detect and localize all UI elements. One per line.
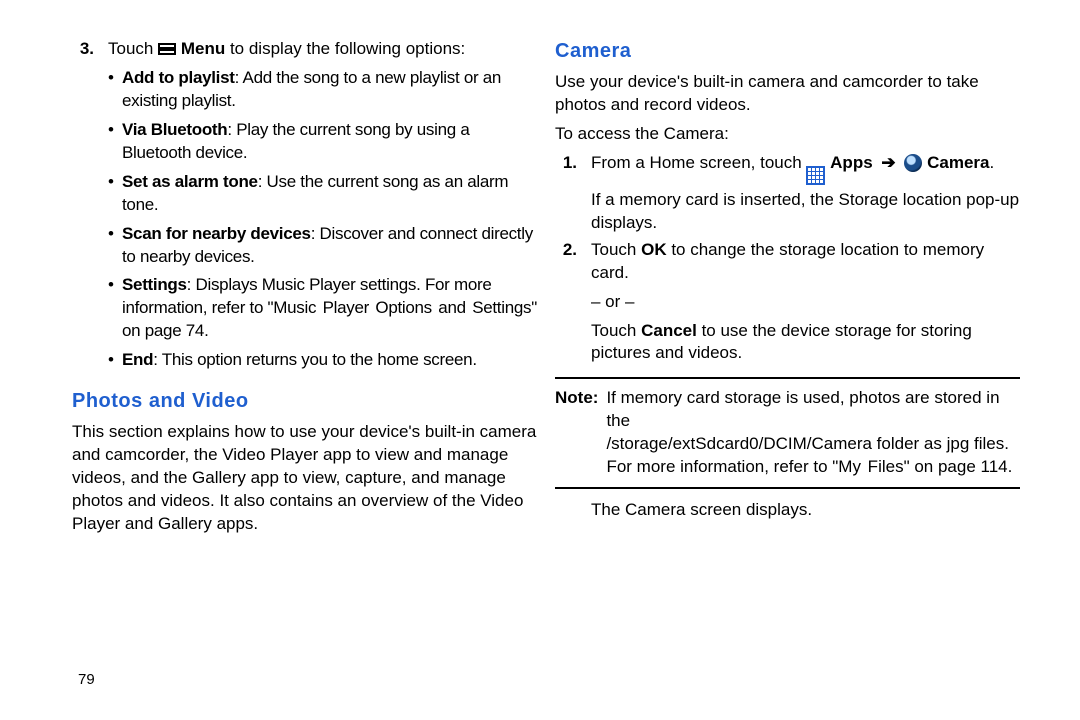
cancel-line: Touch Cancel to use the device storage f… — [591, 320, 1020, 366]
step1-body: If a memory card is inserted, the Storag… — [591, 189, 1020, 235]
note-row: Note: If memory card storage is used, ph… — [555, 387, 1020, 479]
camera-step-2: 2. Touch OK to change the storage locati… — [555, 239, 1020, 285]
left-column: 3. Touch Menu to display the following o… — [72, 38, 541, 536]
camera-intro: Use your device's built-in camera and ca… — [555, 71, 1020, 117]
bullet-term: End — [122, 350, 153, 369]
step-text-pre: Touch — [108, 39, 158, 58]
note-line3-pre: For more information, refer to — [606, 457, 832, 476]
bullet-via-bluetooth: Via Bluetooth: Play the current song by … — [122, 119, 537, 165]
step2-pre: Touch — [591, 240, 641, 259]
settings-xref: "Music Player Options and Settings" — [268, 298, 537, 317]
arrow-icon: ➔ — [877, 153, 899, 172]
bullet-term: Settings — [122, 275, 187, 294]
camera-step-1: 1. From a Home screen, touch Apps ➔ Came… — [555, 152, 1020, 235]
bullet-desc: : This option returns you to the home sc… — [153, 350, 477, 369]
bullet-settings: Settings: Displays Music Player settings… — [122, 274, 537, 343]
bullet-scan-nearby: Scan for nearby devices: Discover and co… — [122, 223, 537, 269]
bullet-term: Set as alarm tone — [122, 172, 258, 191]
bullet-add-to-playlist: Add to playlist: Add the song to a new p… — [122, 67, 537, 113]
note-line2: /storage/extSdcard0/DCIM/Camera folder a… — [606, 434, 1009, 453]
camera-label: Camera — [927, 153, 989, 172]
note-line3-post: on page 114. — [910, 457, 1013, 476]
section-title-camera: Camera — [555, 38, 1020, 65]
bullet-set-alarm: Set as alarm tone: Use the current song … — [122, 171, 537, 217]
bullet-term: Scan for nearby devices — [122, 224, 311, 243]
manual-page: 3. Touch Menu to display the following o… — [0, 0, 1080, 720]
step-3: 3. Touch Menu to display the following o… — [72, 38, 537, 378]
apps-grid-icon — [806, 166, 825, 185]
cancel-label: Cancel — [641, 321, 697, 340]
note-block: Note: If memory card storage is used, ph… — [555, 377, 1020, 489]
step1-pre: From a Home screen, touch — [591, 153, 806, 172]
menu-icon — [158, 43, 176, 55]
apps-label: Apps — [830, 153, 873, 172]
bullet-end: End: This option returns you to the home… — [122, 349, 537, 372]
note-line1: If memory card storage is used, photos a… — [606, 388, 999, 430]
section-body-photos-video: This section explains how to use your de… — [72, 421, 537, 536]
camera-icon — [904, 154, 922, 172]
options-bullets: Add to playlist: Add the song to a new p… — [108, 67, 537, 372]
page-number: 79 — [78, 670, 95, 690]
ok-label: OK — [641, 240, 667, 259]
section-title-photos-video: Photos and Video — [72, 388, 537, 415]
step-body: Touch Menu to display the following opti… — [108, 38, 537, 378]
right-column: Camera Use your device's built-in camera… — [553, 38, 1020, 536]
two-column-layout: 3. Touch Menu to display the following o… — [72, 38, 1020, 536]
after-note: The Camera screen displays. — [591, 499, 1020, 522]
step-text-post: to display the following options: — [230, 39, 465, 58]
step-number: 3. — [72, 38, 94, 378]
note-label: Note: — [555, 387, 598, 479]
menu-label: Menu — [181, 39, 225, 58]
note-text: If memory card storage is used, photos a… — [606, 387, 1020, 479]
step-body: Touch OK to change the storage location … — [591, 239, 1020, 285]
step1-post: . — [989, 153, 994, 172]
bullet-term: Via Bluetooth — [122, 120, 227, 139]
cancel-pre: Touch — [591, 321, 641, 340]
step-number: 2. — [555, 239, 577, 285]
note-xref: "My Files" — [832, 457, 909, 476]
bullet-term: Add to playlist — [122, 68, 235, 87]
bullet-desc-post: on page 74. — [122, 321, 209, 340]
step-number: 1. — [555, 152, 577, 235]
step-body: From a Home screen, touch Apps ➔ Camera.… — [591, 152, 1020, 235]
or-line: – or – — [591, 291, 1020, 314]
camera-access-line: To access the Camera: — [555, 123, 1020, 146]
